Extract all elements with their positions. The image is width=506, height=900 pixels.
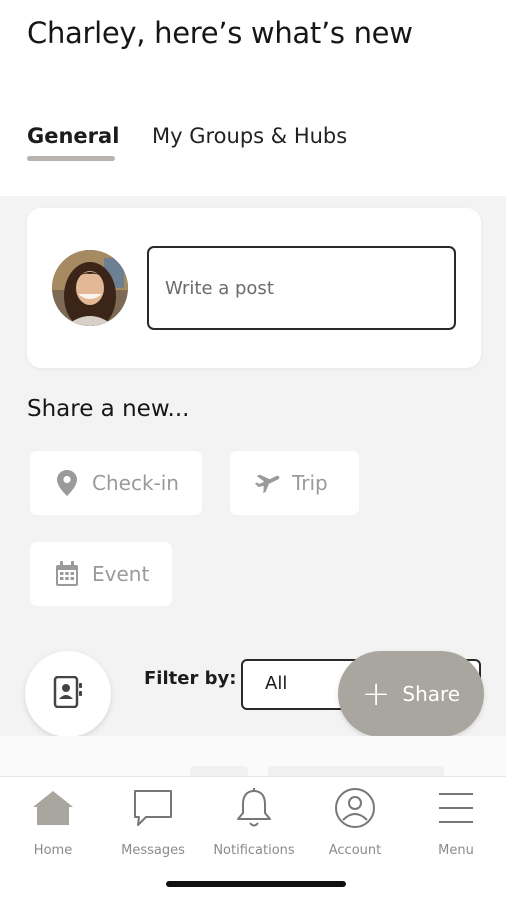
- home-icon: [3, 785, 103, 831]
- filter-label: Filter by:: [144, 668, 237, 689]
- nav-item-home[interactable]: Home: [3, 785, 103, 858]
- event-button[interactable]: Event: [30, 542, 172, 606]
- active-tab-indicator: [27, 156, 115, 161]
- feed-item-peek-block: [190, 766, 248, 776]
- chat-bubble-icon: [103, 785, 203, 831]
- tab-my-groups-hubs[interactable]: My Groups & Hubs: [152, 124, 347, 148]
- share-fab-label: Share: [402, 682, 461, 706]
- check-in-label: Check-in: [92, 471, 179, 495]
- tab-general[interactable]: General: [27, 124, 119, 148]
- contacts-button[interactable]: [25, 651, 111, 737]
- map-pin-icon: [54, 470, 80, 496]
- nav-item-messages[interactable]: Messages: [103, 785, 203, 858]
- avatar[interactable]: [52, 250, 128, 326]
- share-fab-button[interactable]: + Share: [338, 651, 484, 737]
- feed-item-peek-block: [268, 766, 444, 776]
- contact-book-icon: [53, 675, 83, 712]
- trip-button[interactable]: Trip: [230, 451, 359, 515]
- user-circle-icon: [305, 785, 405, 831]
- filter-selected-value: All: [265, 673, 288, 694]
- nav-item-notifications[interactable]: Notifications: [204, 785, 304, 858]
- event-label: Event: [92, 562, 150, 586]
- write-post-input[interactable]: [147, 246, 456, 330]
- plus-icon: +: [361, 674, 391, 714]
- nav-item-menu[interactable]: Menu: [406, 785, 506, 858]
- nav-label-account: Account: [328, 843, 382, 858]
- nav-item-account[interactable]: Account: [305, 785, 405, 858]
- nav-label-home: Home: [33, 843, 73, 858]
- nav-label-notifications: Notifications: [213, 843, 295, 858]
- post-composer-card: [27, 208, 481, 368]
- calendar-icon: [54, 561, 80, 587]
- home-indicator-bar: [166, 881, 346, 887]
- tab-bar: General My Groups & Hubs: [0, 120, 506, 190]
- airplane-icon: [254, 470, 280, 496]
- hamburger-icon: [406, 785, 506, 831]
- check-in-button[interactable]: Check-in: [30, 451, 202, 515]
- page-title: Charley, here’s what’s new: [27, 16, 413, 50]
- share-new-heading: Share a new...: [27, 396, 190, 422]
- trip-label: Trip: [292, 471, 328, 495]
- nav-label-messages: Messages: [121, 843, 185, 858]
- bell-icon: [204, 785, 304, 831]
- nav-label-menu: Menu: [438, 843, 474, 858]
